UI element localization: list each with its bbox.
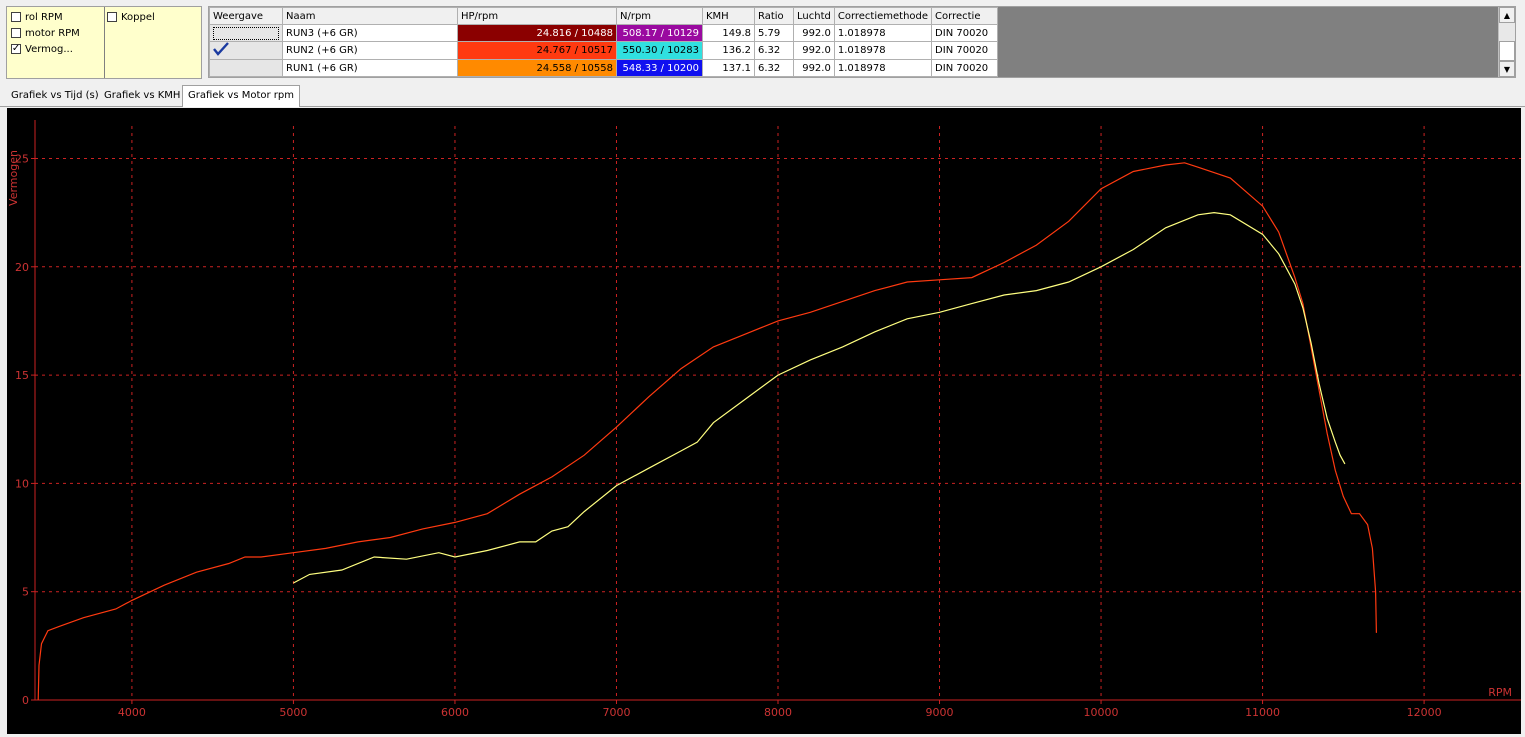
x-tick-label: 10000: [1084, 706, 1119, 719]
series-line-1: [293, 211, 1346, 584]
x-axis-label: RPM: [1488, 686, 1512, 699]
n-rpm-cell: 508.17 / 10129: [616, 24, 703, 42]
kmh-cell: 137.1: [702, 59, 755, 77]
n-rpm-cell: 550.30 / 10283: [616, 41, 703, 60]
tab-label: Grafiek vs KMH: [104, 90, 181, 101]
column-header[interactable]: Luchtd: [793, 7, 835, 25]
tab-tijd[interactable]: Grafiek vs Tijd (s): [6, 86, 105, 106]
y-tick-label: 5: [22, 586, 29, 599]
tab-label: Grafiek vs Motor rpm: [188, 90, 294, 101]
channel-legend: rol RPM motor RPM ✓ Vermog... Koppel: [6, 6, 202, 79]
checkbox-label: Koppel: [121, 11, 155, 23]
graph-tabs: Grafiek vs Tijd (s) Grafiek vs KMH Grafi…: [0, 85, 1525, 107]
column-header[interactable]: Naam: [282, 7, 458, 25]
table-row[interactable]: RUN3 (+6 GR) 24.816 / 10488 508.17 / 101…: [209, 24, 999, 42]
n-rpm-cell: 548.33 / 10200: [616, 59, 703, 77]
scroll-down-icon[interactable]: ▼: [1499, 61, 1515, 77]
column-header[interactable]: Correctie: [931, 7, 999, 25]
table-row[interactable]: RUN1 (+6 GR) 24.558 / 10558 548.33 / 102…: [209, 59, 999, 77]
x-tick-label: 8000: [764, 706, 792, 719]
table-header-row: Weergave Naam HP/rpm N/rpm KMH Ratio Luc…: [209, 7, 999, 25]
scroll-up-icon[interactable]: ▲: [1499, 7, 1515, 23]
legend-divider: [104, 7, 105, 78]
correctie-cell: DIN 70020: [931, 59, 999, 77]
checkbox-box-checked[interactable]: ✓: [11, 44, 21, 54]
run-panel: rol RPM motor RPM ✓ Vermog... Koppel Wee…: [0, 0, 1525, 82]
luchtd-cell: 992.0: [793, 59, 835, 77]
column-header[interactable]: Correctiemethode: [833, 7, 933, 25]
ratio-cell: 6.32: [754, 41, 794, 60]
x-tick-label: 12000: [1407, 706, 1442, 719]
vertical-scrollbar[interactable]: ▲ ▼: [1498, 7, 1515, 77]
y-tick-label: 0: [22, 694, 29, 707]
scroll-thumb[interactable]: [1499, 41, 1515, 61]
tab-kmh[interactable]: Grafiek vs KMH: [99, 86, 187, 106]
ratio-cell: 5.79: [754, 24, 794, 42]
luchtd-cell: 992.0: [793, 41, 835, 60]
checkbox-box[interactable]: [107, 12, 117, 22]
tab-label: Grafiek vs Tijd (s): [11, 90, 99, 101]
x-tick-label: 5000: [279, 706, 307, 719]
power-vs-rpm-chart: 4000 5000 6000 7000 8000 9000 10000 11000 12000 0…: [7, 120, 1521, 719]
kmh-cell: 136.2: [702, 41, 755, 60]
y-axis-label: Vermogen: [7, 150, 20, 206]
checkbox-koppel[interactable]: Koppel: [107, 9, 155, 25]
x-tick-label: 11000: [1245, 706, 1280, 719]
checkbox-vermogen[interactable]: ✓ Vermog...: [11, 41, 73, 57]
weergave-cell[interactable]: [209, 41, 283, 60]
checkbox-rol-rpm[interactable]: rol RPM: [11, 9, 63, 25]
checkbox-motor-rpm[interactable]: motor RPM: [11, 25, 80, 41]
ratio-cell: 6.32: [754, 59, 794, 77]
runs-table: Weergave Naam HP/rpm N/rpm KMH Ratio Luc…: [209, 7, 999, 77]
y-tick-label: 20: [15, 261, 29, 274]
checkbox-label: motor RPM: [25, 27, 80, 39]
run-name-cell: RUN3 (+6 GR): [282, 24, 458, 42]
column-header[interactable]: N/rpm: [616, 7, 703, 25]
correctiemethode-cell: 1.018978: [833, 24, 933, 42]
table-row[interactable]: RUN2 (+6 GR) 24.767 / 10517 550.30 / 102…: [209, 41, 999, 60]
x-tick-label: 6000: [441, 706, 469, 719]
y-tick-label: 10: [15, 477, 29, 490]
column-header[interactable]: HP/rpm: [457, 7, 617, 25]
chart-area: 4000 5000 6000 7000 8000 9000 10000 11000 12000 0…: [7, 108, 1521, 734]
tab-motor-rpm[interactable]: Grafiek vs Motor rpm: [182, 85, 300, 107]
hp-rpm-cell: 24.767 / 10517: [457, 41, 617, 60]
y-tick-label: 15: [15, 369, 29, 382]
hp-rpm-cell: 24.558 / 10558: [457, 59, 617, 77]
column-header[interactable]: Weergave: [209, 7, 283, 25]
column-header[interactable]: Ratio: [754, 7, 794, 25]
checkmark-icon: [213, 42, 229, 56]
correctie-cell: DIN 70020: [931, 41, 999, 60]
run-name-cell: RUN1 (+6 GR): [282, 59, 458, 77]
weergave-cell[interactable]: [209, 24, 283, 42]
hp-rpm-cell: 24.816 / 10488: [457, 24, 617, 42]
correctiemethode-cell: 1.018978: [833, 41, 933, 60]
luchtd-cell: 992.0: [793, 24, 835, 42]
checkbox-box[interactable]: [11, 28, 21, 38]
correctiemethode-cell: 1.018978: [833, 59, 933, 77]
checkbox-label: Vermog...: [25, 43, 73, 55]
runs-grid: Weergave Naam HP/rpm N/rpm KMH Ratio Luc…: [208, 6, 1516, 78]
weergave-cell[interactable]: [209, 59, 283, 77]
run-name-cell: RUN2 (+6 GR): [282, 41, 458, 60]
correctie-cell: DIN 70020: [931, 24, 999, 42]
checkbox-label: rol RPM: [25, 11, 63, 23]
x-tick-label: 7000: [602, 706, 630, 719]
checkbox-box[interactable]: [11, 12, 21, 22]
kmh-cell: 149.8: [702, 24, 755, 42]
x-tick-label: 9000: [926, 706, 954, 719]
series-line-0: [37, 162, 1377, 701]
x-tick-label: 4000: [118, 706, 146, 719]
column-header[interactable]: KMH: [702, 7, 755, 25]
